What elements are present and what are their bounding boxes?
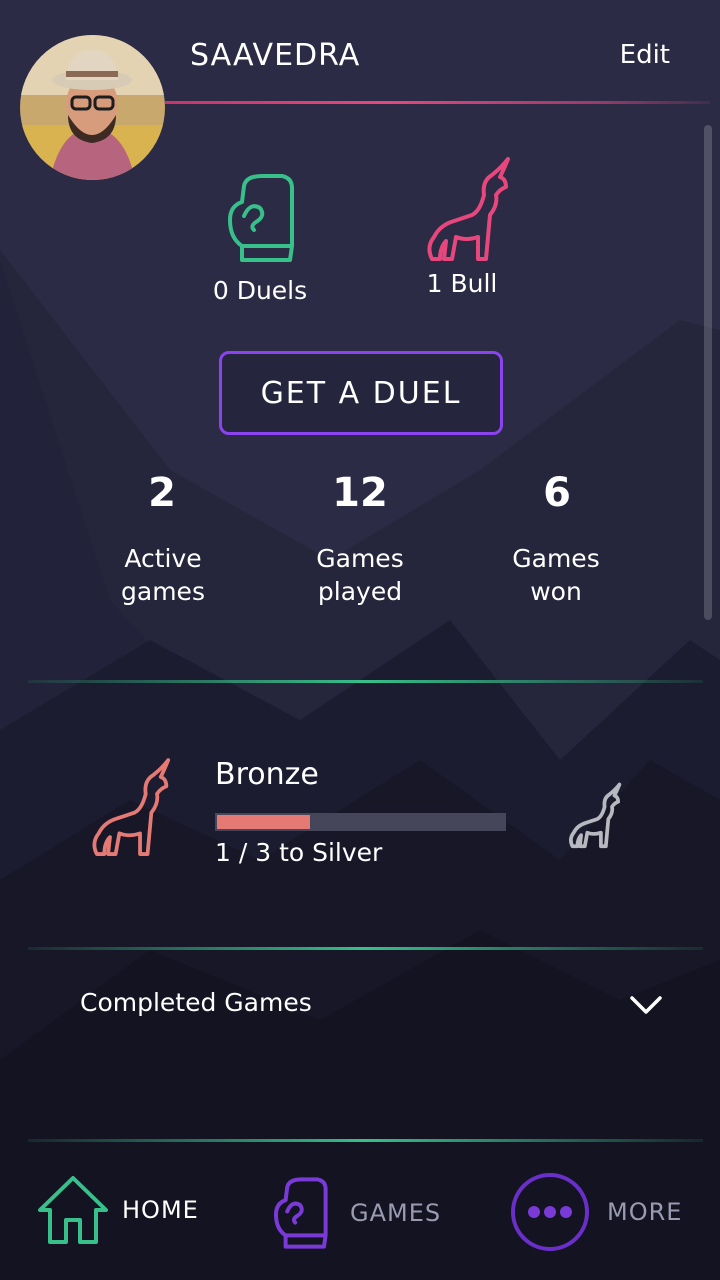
games-played-label-line1: Games: [316, 544, 404, 573]
nav-home[interactable]: HOME: [36, 1174, 199, 1246]
header-divider: [165, 101, 710, 104]
rank-title: Bronze: [215, 757, 319, 792]
nav-games[interactable]: GAMES: [268, 1174, 441, 1252]
get-a-duel-button[interactable]: GET A DUEL: [219, 351, 503, 435]
rank-progress-fill: [215, 813, 312, 831]
nav-more[interactable]: MORE: [510, 1172, 682, 1252]
nav-home-label: HOME: [122, 1196, 199, 1224]
bulls-label: 1 Bull: [426, 269, 498, 298]
mountain-background: [0, 0, 720, 1280]
duels-counter: 0 Duels: [200, 172, 320, 305]
active-games-label: Active games: [63, 542, 263, 608]
games-played-value: 12: [332, 470, 388, 516]
bull-icon: [427, 157, 510, 261]
completed-games-toggle[interactable]: Completed Games: [80, 988, 312, 1017]
section-divider: [28, 680, 703, 683]
bronze-bull-icon: [92, 758, 171, 856]
bulls-counter: 1 Bull: [402, 155, 522, 298]
nav-games-label: GAMES: [350, 1199, 442, 1227]
rank-progress-text: 1 / 3 to Silver: [215, 838, 383, 867]
games-won-label-line2: won: [530, 577, 582, 606]
games-played-label-line2: played: [317, 577, 403, 606]
active-games-label-line2: games: [121, 577, 205, 606]
edit-button[interactable]: Edit: [620, 40, 670, 70]
glove-icon: [274, 1177, 328, 1249]
home-icon: [38, 1176, 108, 1244]
games-played-label: Games played: [260, 542, 460, 608]
rank-progress-bar: [215, 813, 506, 831]
scrollbar[interactable]: [704, 125, 712, 620]
games-won-label: Games won: [456, 542, 656, 608]
nav-divider: [28, 1139, 703, 1142]
duels-label: 0 Duels: [212, 276, 308, 305]
chevron-down-icon[interactable]: [628, 990, 664, 1018]
games-won-label-line1: Games: [512, 544, 600, 573]
section-divider: [28, 947, 703, 950]
username: SAAVEDRA: [190, 38, 361, 73]
glove-icon: [228, 174, 294, 262]
avatar[interactable]: [20, 35, 165, 180]
active-games-label-line1: Active: [124, 544, 202, 573]
nav-more-label: MORE: [607, 1198, 683, 1226]
active-games-value: 2: [148, 470, 176, 516]
games-won-value: 6: [543, 470, 571, 516]
more-dots-icon: [511, 1173, 589, 1251]
silver-bull-icon: [569, 782, 622, 849]
